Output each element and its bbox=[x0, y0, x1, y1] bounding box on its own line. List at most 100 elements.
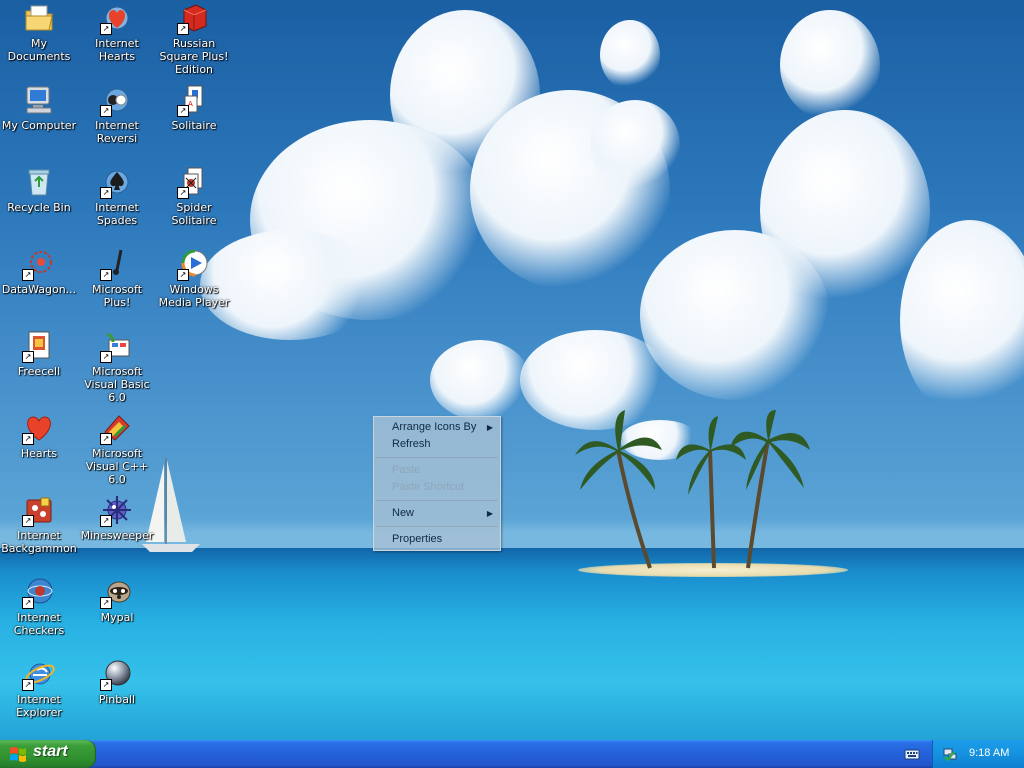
start-button[interactable]: start bbox=[0, 740, 96, 768]
network-tray-icon[interactable] bbox=[942, 746, 958, 762]
shortcut-arrow-icon: ↗ bbox=[100, 679, 112, 691]
shortcut-arrow-icon: ↗ bbox=[177, 23, 189, 35]
desktop-icon-spider-solitaire[interactable]: ↗ Spider Solitaire bbox=[155, 166, 233, 227]
desktop-icon-windows-media-player[interactable]: ↗ Windows Media Player bbox=[155, 248, 233, 309]
internet-hearts-icon: ↗ bbox=[100, 2, 133, 35]
menu-item-arrange-icons-by[interactable]: Arrange Icons By ▶ bbox=[374, 419, 500, 436]
icon-label: My Computer bbox=[1, 119, 77, 132]
shortcut-arrow-icon: ↗ bbox=[100, 105, 112, 117]
internet-reversi-icon: ↗ bbox=[100, 84, 133, 117]
icon-label: Internet Spades bbox=[95, 201, 139, 227]
checkers-globe-icon: ↗ bbox=[22, 576, 55, 609]
pinball-icon: ↗ bbox=[100, 658, 133, 691]
menu-item-paste: Paste bbox=[374, 462, 500, 479]
icon-label: Internet Hearts bbox=[95, 37, 139, 63]
minesweeper-icon: ↗ bbox=[100, 494, 133, 527]
icon-label: My Documents bbox=[7, 37, 71, 63]
icon-label: Microsoft Plus! bbox=[91, 283, 143, 309]
desktop-icon-datawagon[interactable]: ↗ DataWagon... bbox=[0, 248, 78, 296]
shortcut-arrow-icon: ↗ bbox=[100, 515, 112, 527]
menu-item-label: Paste bbox=[392, 464, 421, 476]
desktop-icon-visual-basic[interactable]: ↗ Microsoft Visual Basic 6.0 bbox=[78, 330, 156, 404]
clock[interactable]: 9:18 AM bbox=[969, 747, 1009, 759]
shortcut-arrow-icon: ↗ bbox=[100, 351, 112, 363]
menu-item-paste-shortcut: Paste Shortcut bbox=[374, 479, 500, 496]
icon-label: Recycle Bin bbox=[7, 201, 71, 214]
microsoft-plus-icon: ↗ bbox=[100, 248, 133, 281]
desktop-icon-recycle-bin[interactable]: Recycle Bin bbox=[0, 166, 78, 214]
shortcut-arrow-icon: ↗ bbox=[100, 23, 112, 35]
start-label: start bbox=[33, 743, 68, 760]
menu-item-refresh[interactable]: Refresh bbox=[374, 436, 500, 453]
desktop-context-menu: Arrange Icons By ▶ Refresh Paste Paste S… bbox=[373, 416, 501, 551]
computer-icon bbox=[23, 84, 55, 116]
icon-label: Internet Reversi bbox=[95, 119, 139, 145]
shortcut-arrow-icon: ↗ bbox=[22, 597, 34, 609]
icon-label: Internet Backgammon bbox=[1, 529, 77, 555]
desktop-icon-my-computer[interactable]: My Computer bbox=[0, 84, 78, 132]
shortcut-arrow-icon: ↗ bbox=[177, 269, 189, 281]
shortcut-arrow-icon: ↗ bbox=[100, 187, 112, 199]
menu-item-label: Arrange Icons By bbox=[392, 421, 477, 433]
icon-label: Minesweeper bbox=[80, 529, 154, 542]
icon-label: Pinball bbox=[98, 693, 136, 706]
icon-label: Russian Square Plus! Edition bbox=[159, 37, 229, 76]
desktop-icon-microsoft-plus[interactable]: ↗ Microsoft Plus! bbox=[78, 248, 156, 309]
desktop-icon-pinball[interactable]: ↗ Pinball bbox=[78, 658, 156, 706]
desktop-icon-internet-explorer[interactable]: ↗ Internet Explorer bbox=[0, 658, 78, 719]
desktop-icon-hearts[interactable]: ↗ Hearts bbox=[0, 412, 78, 460]
desktop-icon-russian-square[interactable]: ↗ Russian Square Plus! Edition bbox=[155, 2, 233, 76]
menu-item-label: New bbox=[392, 507, 415, 519]
desktop-icon-visual-cpp[interactable]: ↗ Microsoft Visual C++ 6.0 bbox=[78, 412, 156, 486]
shortcut-arrow-icon: ↗ bbox=[177, 187, 189, 199]
internet-spades-icon: ↗ bbox=[100, 166, 133, 199]
shortcut-arrow-icon: ↗ bbox=[100, 269, 112, 281]
shortcut-arrow-icon: ↗ bbox=[22, 269, 34, 281]
desktop-icon-internet-spades[interactable]: ↗ Internet Spades bbox=[78, 166, 156, 227]
menu-separator bbox=[376, 526, 498, 527]
recycle-bin-icon bbox=[23, 166, 55, 198]
desktop-icon-minesweeper[interactable]: ↗ Minesweeper bbox=[78, 494, 156, 542]
shortcut-arrow-icon: ↗ bbox=[22, 433, 34, 445]
desktop-icon-internet-backgammon[interactable]: ↗ Internet Backgammon bbox=[0, 494, 78, 555]
desktop-icon-mypal[interactable]: ↗ Mypal bbox=[78, 576, 156, 624]
desktop-icon-internet-hearts[interactable]: ↗ Internet Hearts bbox=[78, 2, 156, 63]
icon-label: Spider Solitaire bbox=[171, 201, 217, 227]
windows-media-player-icon: ↗ bbox=[177, 248, 210, 281]
icon-label: Mypal bbox=[100, 611, 134, 624]
icon-label: Microsoft Visual C++ 6.0 bbox=[85, 447, 149, 486]
system-tray: 9:18 AM bbox=[932, 740, 1024, 768]
shortcut-arrow-icon: ↗ bbox=[100, 433, 112, 445]
desktop-icon-my-documents[interactable]: My Documents bbox=[0, 2, 78, 63]
icon-label: DataWagon... bbox=[1, 283, 77, 296]
menu-separator bbox=[376, 457, 498, 458]
desktop-icon-freecell[interactable]: ↗ Freecell bbox=[0, 330, 78, 378]
keyboard-language-icon[interactable] bbox=[904, 746, 920, 762]
heart-icon: ↗ bbox=[22, 412, 55, 445]
menu-item-label: Refresh bbox=[392, 438, 431, 450]
datawagon-icon: ↗ bbox=[22, 248, 55, 281]
desktop-icon-solitaire[interactable]: A ↗ Solitaire bbox=[155, 84, 233, 132]
folder-documents-icon bbox=[23, 2, 55, 34]
icon-label: Solitaire bbox=[171, 119, 217, 132]
submenu-arrow-icon: ▶ bbox=[486, 423, 493, 432]
spider-solitaire-icon: ↗ bbox=[177, 166, 210, 199]
backgammon-icon: ↗ bbox=[22, 494, 55, 527]
visual-cpp-icon: ↗ bbox=[100, 412, 133, 445]
freecell-icon: ↗ bbox=[22, 330, 55, 363]
menu-item-new[interactable]: New ▶ bbox=[374, 505, 500, 522]
visual-basic-icon: ↗ bbox=[100, 330, 133, 363]
shortcut-arrow-icon: ↗ bbox=[22, 679, 34, 691]
desktop-icon-internet-checkers[interactable]: ↗ Internet Checkers bbox=[0, 576, 78, 637]
shortcut-arrow-icon: ↗ bbox=[100, 597, 112, 609]
taskbar[interactable]: start 9:18 AM bbox=[0, 740, 1024, 768]
desktop-icon-internet-reversi[interactable]: ↗ Internet Reversi bbox=[78, 84, 156, 145]
internet-explorer-icon: ↗ bbox=[22, 658, 55, 691]
solitaire-cards-icon: A ↗ bbox=[177, 84, 210, 117]
menu-item-properties[interactable]: Properties bbox=[374, 531, 500, 548]
menu-separator bbox=[376, 500, 498, 501]
shortcut-arrow-icon: ↗ bbox=[177, 105, 189, 117]
menu-item-label: Paste Shortcut bbox=[392, 481, 465, 493]
menu-item-label: Properties bbox=[392, 533, 443, 545]
icon-label: Internet Explorer bbox=[16, 693, 62, 719]
